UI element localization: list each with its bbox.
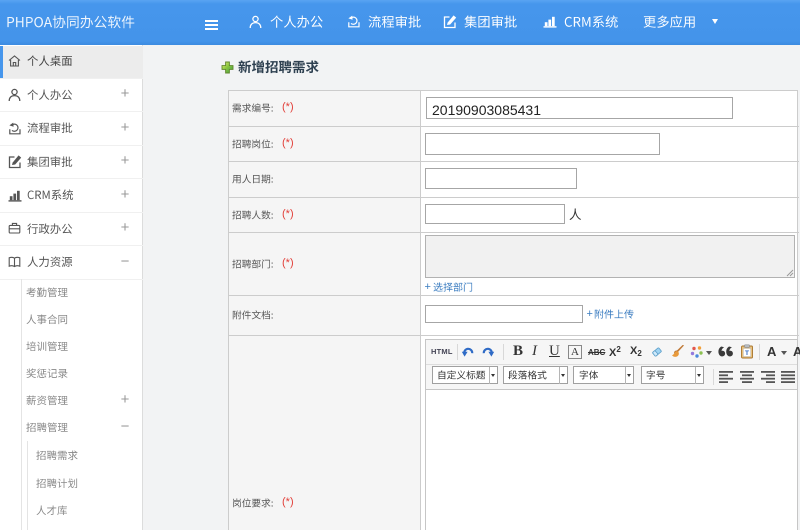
svg-text:T: T bbox=[745, 350, 749, 357]
